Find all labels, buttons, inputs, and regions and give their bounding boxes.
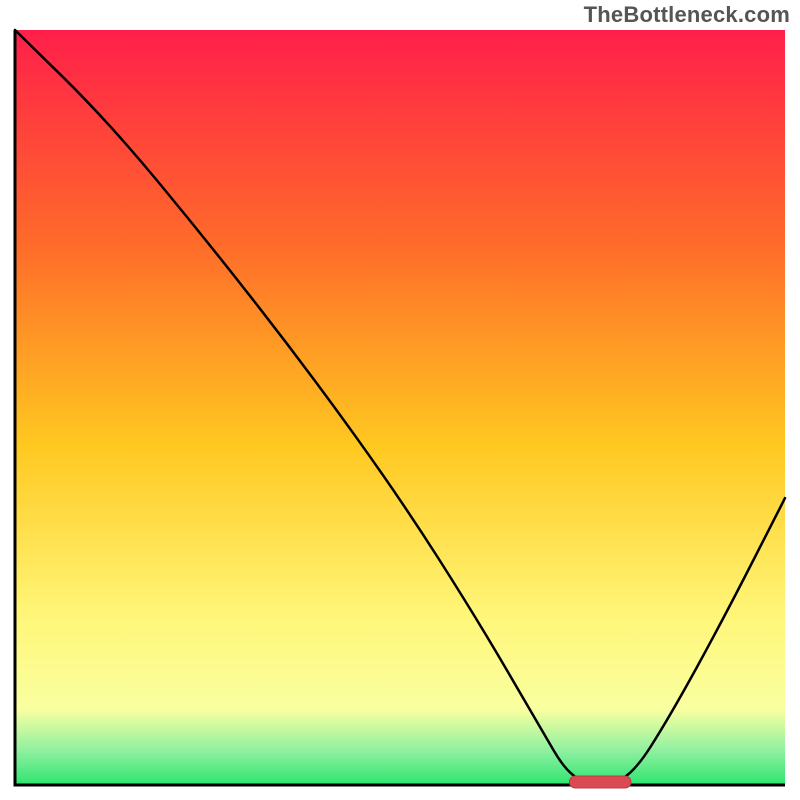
chart-stage: TheBottleneck.com (0, 0, 800, 800)
watermark-text: TheBottleneck.com (584, 2, 790, 28)
optimum-marker (569, 776, 631, 788)
plot-background (15, 30, 785, 785)
bottleneck-chart (0, 0, 800, 800)
